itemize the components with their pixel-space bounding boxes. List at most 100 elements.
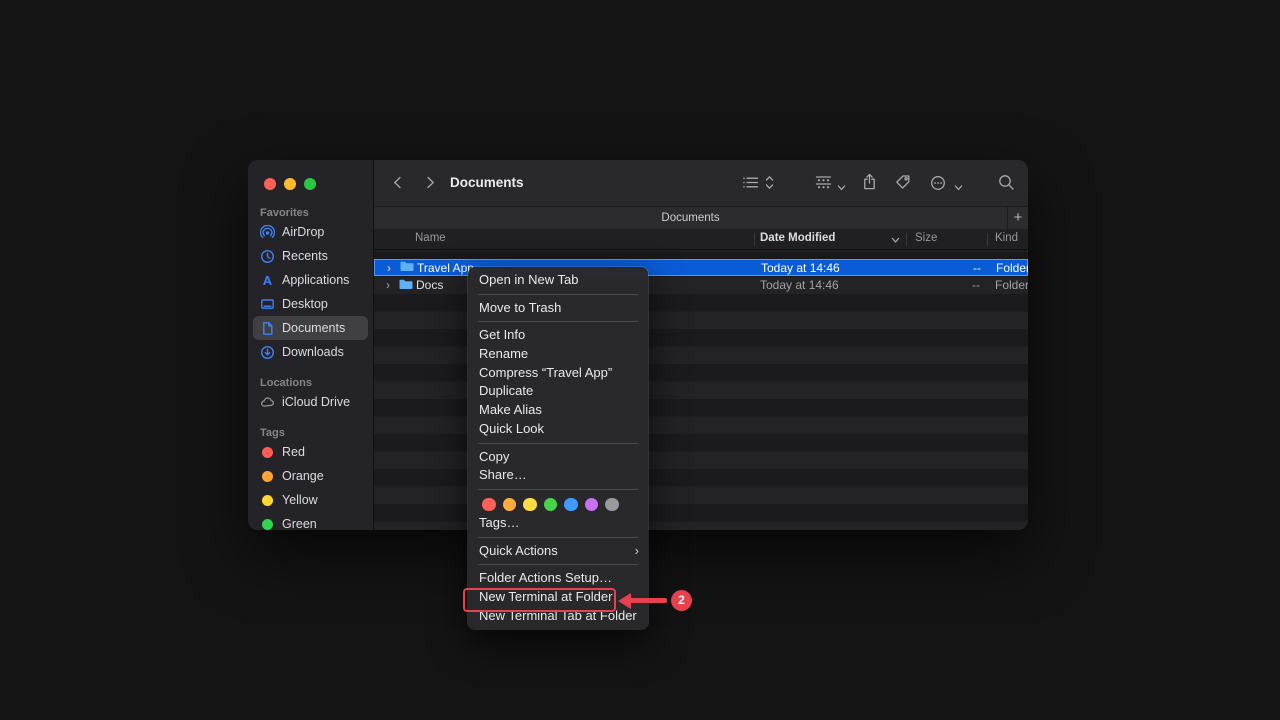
column-header-date-modified[interactable]: Date Modified: [760, 232, 835, 244]
sidebar-item-airdrop[interactable]: AirDrop: [253, 220, 368, 244]
menu-item-make-alias[interactable]: Make Alias: [468, 401, 648, 420]
forward-button[interactable]: [423, 175, 437, 195]
sidebar-item-label: iCloud Drive: [282, 395, 350, 409]
sidebar-item-tag-red[interactable]: Red: [253, 440, 368, 464]
red-tag-dot: [262, 447, 273, 458]
tag-color-red[interactable]: [482, 498, 496, 512]
back-button[interactable]: [391, 175, 405, 195]
more-actions-chevron[interactable]: [954, 179, 963, 197]
sidebar-item-tag-green[interactable]: Green: [253, 512, 368, 530]
menu-item-move-to-trash[interactable]: Move to Trash: [468, 299, 648, 318]
close-window-button[interactable]: [264, 178, 276, 190]
sidebar-item-downloads[interactable]: Downloads: [253, 340, 368, 364]
menu-item-tags[interactable]: Tags…: [468, 514, 648, 533]
orange-tag-dot: [262, 471, 273, 482]
traffic-lights: [264, 178, 316, 190]
view-mode-stepper[interactable]: [765, 174, 774, 196]
chevron-down-icon: [954, 184, 963, 192]
sidebar-section-tags: Tags: [248, 426, 373, 440]
search-icon: [998, 174, 1015, 191]
column-header-name[interactable]: Name: [415, 232, 446, 244]
column-headers: Name Date Modified Size Kind: [374, 229, 1028, 250]
menu-item-duplicate[interactable]: Duplicate: [468, 382, 648, 401]
applications-icon: A: [260, 273, 275, 288]
view-mode-button[interactable]: [742, 175, 759, 195]
file-name: Docs: [416, 278, 443, 292]
menu-separator: [478, 443, 638, 444]
menu-item-rename[interactable]: Rename: [468, 345, 648, 364]
menu-separator: [478, 537, 638, 538]
minimize-window-button[interactable]: [284, 178, 296, 190]
file-size: --: [946, 278, 980, 292]
chevron-down-icon: [837, 184, 846, 192]
airdrop-icon: [260, 225, 275, 240]
file-date-modified: Today at 14:46: [761, 261, 840, 275]
menu-item-open-in-new-tab[interactable]: Open in New Tab: [468, 271, 648, 290]
more-actions-button[interactable]: [930, 175, 946, 196]
sidebar-item-label: Yellow: [282, 493, 318, 507]
sidebar-item-label: Applications: [282, 273, 349, 287]
sidebar-item-desktop[interactable]: Desktop: [253, 292, 368, 316]
menu-item-share[interactable]: Share…: [468, 466, 648, 485]
column-divider[interactable]: [987, 233, 988, 246]
menu-item-quick-look[interactable]: Quick Look: [468, 420, 648, 439]
sidebar-item-label: Red: [282, 445, 305, 459]
tag-color-gray[interactable]: [605, 498, 619, 512]
tab-bar: Documents +: [374, 206, 1028, 229]
folder-icon: [399, 279, 413, 293]
file-kind: Folder: [995, 278, 1028, 292]
sidebar-item-label: Orange: [282, 469, 324, 483]
sidebar-item-label: Green: [282, 517, 317, 530]
zoom-window-button[interactable]: [304, 178, 316, 190]
menu-separator: [478, 321, 638, 322]
sidebar-item-label: AirDrop: [282, 225, 324, 239]
downloads-icon: [260, 345, 275, 360]
tag-color-green[interactable]: [544, 498, 558, 512]
folder-icon: [400, 261, 414, 275]
sidebar-item-label: Desktop: [282, 297, 328, 311]
sidebar-item-documents[interactable]: Documents: [253, 316, 368, 340]
documents-icon: [260, 321, 275, 336]
menu-item-folder-actions-setup[interactable]: Folder Actions Setup…: [468, 569, 648, 588]
desktop-background: Favorites AirDrop Recents: [0, 0, 1280, 720]
sidebar-item-recents[interactable]: Recents: [253, 244, 368, 268]
menu-item-get-info[interactable]: Get Info: [468, 326, 648, 345]
group-by-button[interactable]: [814, 175, 833, 195]
annotation-step-badge: 2: [671, 590, 692, 611]
disclosure-chevron-icon[interactable]: ›: [386, 278, 390, 292]
column-header-kind[interactable]: Kind: [995, 232, 1018, 244]
column-divider[interactable]: [754, 233, 755, 246]
sidebar-item-tag-orange[interactable]: Orange: [253, 464, 368, 488]
tag-color-orange[interactable]: [503, 498, 517, 512]
file-size: --: [947, 261, 981, 275]
menu-separator: [478, 489, 638, 490]
sidebar-item-applications[interactable]: A Applications: [253, 268, 368, 292]
new-tab-button[interactable]: +: [1007, 207, 1028, 229]
menu-separator: [478, 294, 638, 295]
search-button[interactable]: [998, 174, 1015, 196]
tag-color-purple[interactable]: [585, 498, 599, 512]
sidebar-item-icloud-drive[interactable]: iCloud Drive: [253, 390, 368, 414]
svg-text:A: A: [263, 273, 273, 288]
sidebar-item-tag-yellow[interactable]: Yellow: [253, 488, 368, 512]
group-by-chevron[interactable]: [837, 179, 846, 197]
column-header-size[interactable]: Size: [915, 232, 937, 244]
list-view-icon: [742, 175, 759, 190]
tag-button[interactable]: [895, 174, 911, 195]
tab-documents[interactable]: Documents: [374, 207, 1007, 229]
submenu-chevron-icon: ›: [635, 542, 639, 561]
menu-separator: [478, 564, 638, 565]
menu-item-quick-actions[interactable]: Quick Actions ›: [468, 542, 648, 561]
file-name: Travel App: [417, 261, 474, 275]
desktop-icon: [260, 297, 275, 312]
green-tag-dot: [262, 519, 273, 530]
share-button[interactable]: [862, 173, 877, 196]
tag-color-blue[interactable]: [564, 498, 578, 512]
annotation-arrow-shaft: [629, 598, 667, 603]
menu-item-compress[interactable]: Compress “Travel App”: [468, 364, 648, 383]
context-menu: Open in New Tab Move to Trash Get Info R…: [468, 267, 648, 629]
disclosure-chevron-icon[interactable]: ›: [387, 261, 391, 275]
tag-color-yellow[interactable]: [523, 498, 537, 512]
column-divider[interactable]: [906, 233, 907, 246]
menu-item-copy[interactable]: Copy: [468, 448, 648, 467]
